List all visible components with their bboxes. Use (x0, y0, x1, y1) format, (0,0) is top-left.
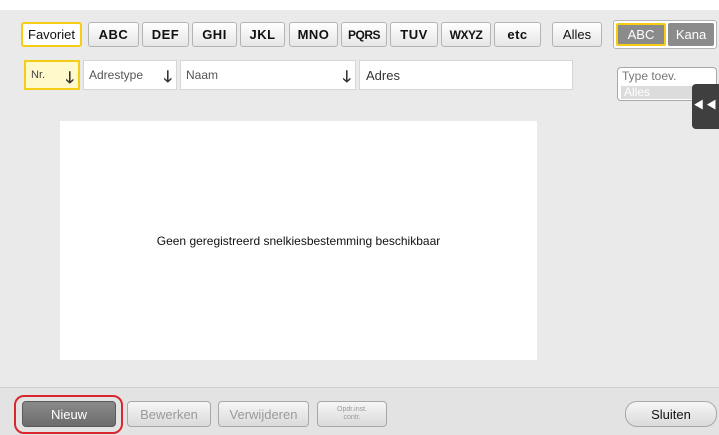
job-settings-line2: contr. (343, 414, 361, 421)
tab-jkl[interactable]: JKL (240, 22, 285, 47)
double-chevron-left-icon: ⯇⯇ (692, 97, 719, 115)
column-label-naam: Naam (186, 68, 219, 82)
tab-wxyz[interactable]: WXYZ (441, 22, 491, 47)
edit-button[interactable]: Bewerken (127, 401, 211, 427)
tab-etc[interactable]: etc (494, 22, 541, 47)
sort-arrow-icon: 🡓 (342, 69, 351, 86)
side-panel-toggle[interactable]: ⯇⯇ (692, 84, 719, 129)
sort-arrow-icon: 🡓 (65, 70, 74, 87)
new-button[interactable]: Nieuw (22, 401, 116, 427)
column-label-adrestype: Adrestype (89, 68, 144, 82)
column-header-adrestype[interactable]: Adrestype 🡓 (83, 60, 177, 90)
tab-abc[interactable]: ABC (88, 22, 139, 47)
tab-mno[interactable]: MNO (289, 22, 338, 47)
column-header-nr[interactable]: Nr. 🡓 (24, 60, 80, 90)
type-filter-label: Type toev. (622, 69, 677, 83)
column-header-adres[interactable]: Adres (359, 60, 573, 90)
job-settings-line1: Opdr.inst. (337, 406, 367, 413)
job-settings-check-button[interactable]: Opdr.inst. contr. (317, 401, 387, 427)
mode-kana-button[interactable]: Kana (668, 23, 714, 46)
tab-def[interactable]: DEF (142, 22, 189, 47)
column-label-adres: Adres (366, 67, 400, 83)
top-strip (0, 0, 719, 10)
column-label-nr: Nr. (31, 69, 46, 81)
tab-ghi[interactable]: GHI (192, 22, 237, 47)
empty-list-message: Geen geregistreerd snelkiesbestemming be… (156, 233, 441, 248)
destination-list: Geen geregistreerd snelkiesbestemming be… (60, 121, 537, 360)
tab-alles[interactable]: Alles (552, 22, 602, 47)
mode-abc-button[interactable]: ABC (616, 23, 666, 46)
delete-button[interactable]: Verwijderen (218, 401, 309, 427)
close-button[interactable]: Sluiten (625, 401, 717, 427)
tab-pqrs[interactable]: PQRS (341, 22, 387, 47)
character-mode-toggle: ABC Kana (613, 20, 717, 49)
tab-tuv[interactable]: TUV (390, 22, 438, 47)
tab-favoriet[interactable]: Favoriet (21, 22, 82, 47)
sort-arrow-icon: 🡓 (163, 69, 172, 86)
column-header-naam[interactable]: Naam 🡓 (180, 60, 356, 90)
